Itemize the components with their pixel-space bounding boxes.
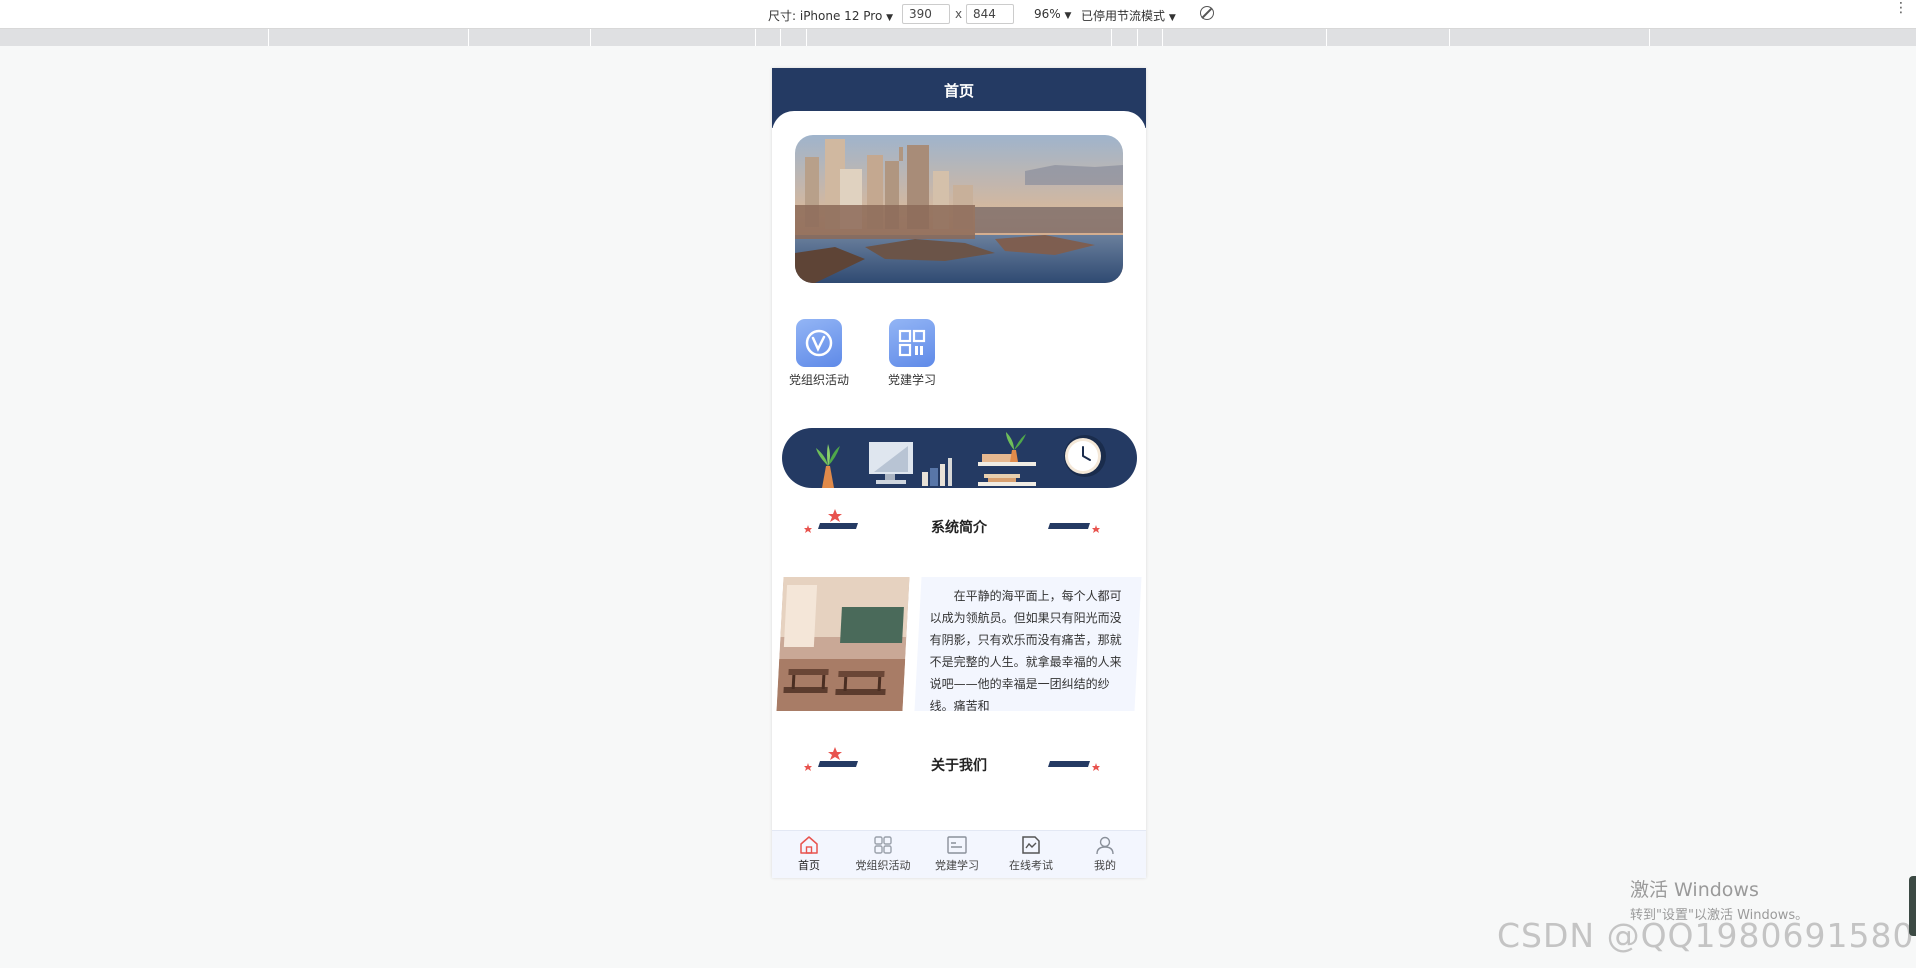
tab-label: 在线考试	[1009, 859, 1053, 872]
entry-label: 党建学习	[887, 373, 936, 387]
home-icon	[800, 836, 818, 854]
dimension-separator: x	[955, 7, 963, 21]
tab-party-activity[interactable]: 党组织活动	[846, 835, 920, 873]
office-illustration	[782, 428, 1137, 488]
throttle-select[interactable]: 已停用节流模式 ▼	[1081, 7, 1176, 24]
grid-icon	[874, 836, 892, 854]
ruler-tick	[1137, 29, 1138, 46]
banner-image[interactable]	[795, 135, 1123, 283]
side-widget-tab[interactable]	[1909, 876, 1916, 936]
device-size-select[interactable]: 尺寸: iPhone 12 Pro ▼	[768, 7, 893, 24]
ruler-tick	[780, 29, 781, 46]
entry-label: 党组织活动	[788, 373, 849, 387]
exam-icon	[1022, 836, 1040, 854]
ruler-tick	[1649, 29, 1650, 46]
section-title: 关于我们	[931, 758, 987, 774]
zoom-label: 96%	[1034, 7, 1061, 21]
board-icon	[947, 836, 967, 854]
ruler-tick	[590, 29, 591, 46]
chevron-down-icon: ▼	[886, 13, 894, 23]
height-input[interactable]: 844	[966, 4, 1014, 24]
entry-party-activity[interactable]: 党组织活动	[779, 319, 859, 388]
ruler-tick	[268, 29, 269, 46]
tab-label: 党建学习	[935, 859, 979, 872]
block-icon[interactable]	[1200, 6, 1214, 20]
ruler-tick	[806, 29, 807, 46]
tab-label: 首页	[798, 859, 820, 872]
tab-party-study[interactable]: 党建学习	[920, 835, 994, 873]
entry-party-study[interactable]: 党建学习	[872, 319, 952, 388]
chevron-down-icon: ▼	[1168, 13, 1176, 23]
ruler-tick	[1111, 29, 1112, 46]
tab-mine[interactable]: 我的	[1068, 835, 1142, 873]
intro-paragraph: 在平静的海平面上，每个人都可以成为领航员。但如果只有阳光而没有阴影，只有欢乐而没…	[929, 589, 1122, 711]
home-content: 党组织活动 党建学习 系统简介 在平静的海平面上，每个人都可以成为领航员。但如果…	[772, 111, 1146, 878]
qr-grid-icon	[889, 319, 935, 367]
more-menu-icon[interactable]: ⋮	[1894, 1, 1908, 15]
zoom-select[interactable]: 96% ▼	[1034, 7, 1071, 21]
chevron-down-icon: ▼	[1064, 11, 1072, 21]
tab-online-exam[interactable]: 在线考试	[994, 835, 1068, 873]
ruler-tick	[468, 29, 469, 46]
tab-home[interactable]: 首页	[772, 835, 846, 873]
phone-viewport: 首页 党组织活动 党建学习 系统简介 在平静的海平面上，每个人都可以成为领航员。…	[772, 68, 1146, 878]
windows-watermark-title: 激活 Windows	[1630, 879, 1759, 901]
ruler-tick	[1162, 29, 1163, 46]
ruler-tick	[755, 29, 756, 46]
ruler-tick	[1326, 29, 1327, 46]
section-heading-intro: 系统简介	[772, 505, 1146, 545]
section-title: 系统简介	[931, 520, 987, 536]
user-icon	[1096, 836, 1114, 855]
tab-label: 党组织活动	[855, 859, 911, 872]
v-circle-icon	[796, 319, 842, 367]
classroom-image[interactable]	[776, 577, 910, 711]
devtools-toolbar: 尺寸: iPhone 12 Pro ▼ 390 x 844 96% ▼ 已停用节…	[0, 0, 1916, 29]
page-title: 首页	[943, 82, 974, 100]
media-query-ruler[interactable]	[0, 29, 1916, 46]
ruler-tick	[1449, 29, 1450, 46]
csdn-watermark: CSDN @QQ1980691580	[1497, 916, 1915, 955]
device-size-label: 尺寸: iPhone 12 Pro	[768, 9, 883, 23]
bottom-tab-bar: 首页 党组织活动 党建学习 在线考试 我的	[772, 830, 1146, 878]
section-heading-about: 关于我们	[772, 743, 1146, 783]
throttle-label: 已停用节流模式	[1081, 9, 1166, 23]
width-input[interactable]: 390	[902, 4, 950, 24]
tab-label: 我的	[1094, 859, 1116, 872]
intro-text-box: 在平静的海平面上，每个人都可以成为领航员。但如果只有阳光而没有阴影，只有欢乐而没…	[914, 577, 1142, 711]
